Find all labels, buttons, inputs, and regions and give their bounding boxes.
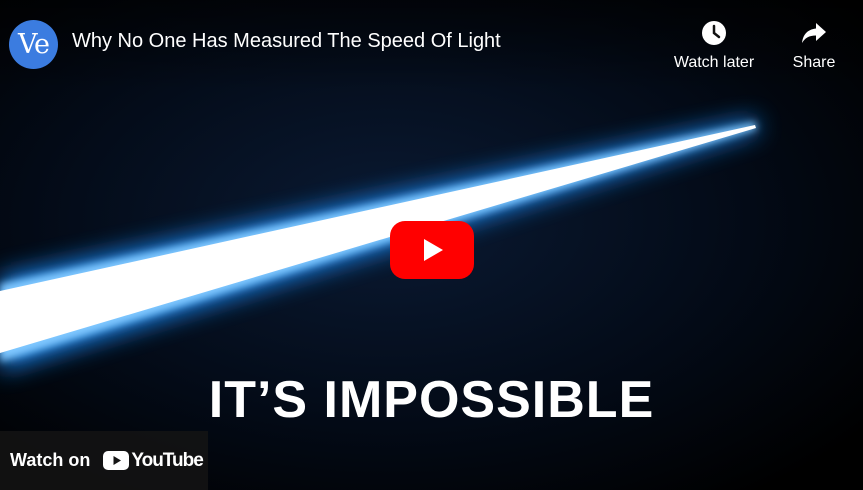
- watch-later-button[interactable]: Watch later: [668, 18, 760, 72]
- watch-on-label: Watch on: [10, 450, 91, 470]
- video-title[interactable]: Why No One Has Measured The Speed Of Lig…: [72, 30, 501, 53]
- share-arrow-icon: [799, 18, 829, 48]
- play-button-icon[interactable]: [390, 221, 474, 279]
- watch-later-label: Watch later: [673, 54, 755, 71]
- clock-icon: [699, 18, 729, 48]
- watch-on-youtube-button[interactable]: Watch on YouTube: [0, 431, 208, 490]
- youtube-logo-icon: YouTube: [103, 449, 204, 472]
- youtube-wordmark: YouTube: [131, 449, 203, 471]
- share-button[interactable]: Share: [786, 18, 842, 72]
- share-label: Share: [792, 54, 836, 71]
- video-caption: IT’S IMPOSSIBLE: [208, 371, 655, 429]
- video-player[interactable]: Ve Why No One Has Measured The Speed Of …: [0, 0, 863, 490]
- channel-avatar-text: Ve: [18, 29, 50, 60]
- channel-avatar[interactable]: Ve: [9, 20, 58, 69]
